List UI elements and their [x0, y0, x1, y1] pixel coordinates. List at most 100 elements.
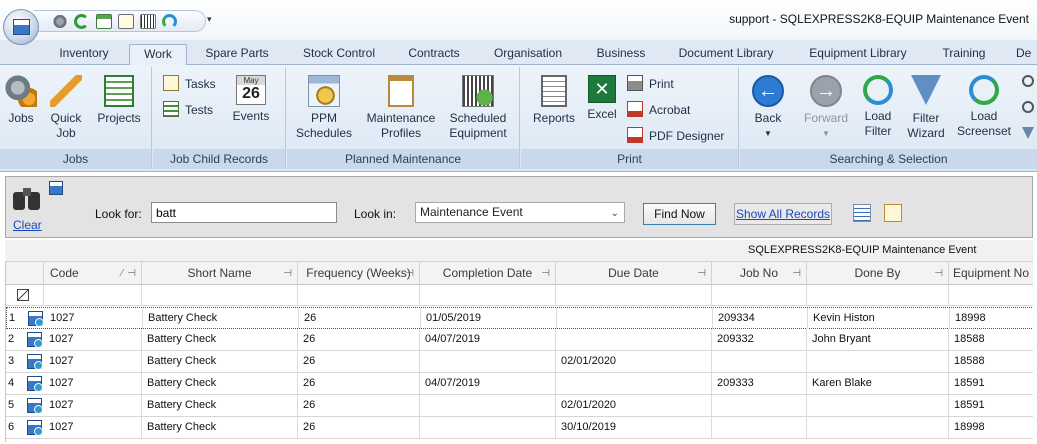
- cell-due-date[interactable]: [556, 373, 712, 394]
- cell-frequency[interactable]: 26: [298, 373, 420, 394]
- scheduled-equipment-button[interactable]: Scheduled Equipment: [445, 75, 511, 141]
- qat-customize-dropdown[interactable]: ▾: [207, 14, 212, 25]
- filter-cell-job-no[interactable]: [712, 285, 807, 306]
- record-icon[interactable]: [27, 354, 43, 370]
- column-header-equipment-no[interactable]: Equipment No: [949, 262, 1033, 285]
- cell-completion-date[interactable]: 01/05/2019: [421, 308, 557, 329]
- table-row[interactable]: 3 1027 Battery Check 26 02/01/2020 18588: [6, 351, 1033, 373]
- ppm-schedules-button[interactable]: PPM Schedules: [291, 75, 357, 141]
- filter-cell-completion-date[interactable]: [420, 285, 556, 306]
- qat-sync-icon[interactable]: [162, 14, 177, 29]
- cell-frequency[interactable]: 26: [298, 329, 420, 350]
- tab-overflow[interactable]: De: [1016, 44, 1037, 64]
- record-icon[interactable]: [27, 398, 43, 414]
- application-menu-button[interactable]: [3, 9, 39, 45]
- reports-button[interactable]: Reports: [529, 75, 579, 126]
- qat-refresh-icon[interactable]: [74, 14, 89, 29]
- pin-icon[interactable]: ⊣: [934, 262, 943, 285]
- cell-completion-date[interactable]: [420, 417, 556, 438]
- filter-wizard-button[interactable]: Filter Wizard: [904, 75, 948, 141]
- cell-equipment-no[interactable]: 18588: [949, 329, 1033, 350]
- record-icon[interactable]: [27, 332, 43, 348]
- excel-button[interactable]: ✕ Excel: [583, 75, 621, 122]
- tab-spare-parts[interactable]: Spare Parts: [201, 44, 273, 64]
- tab-organisation[interactable]: Organisation: [487, 44, 569, 64]
- cell-code[interactable]: 1027: [44, 329, 142, 350]
- acrobat-button[interactable]: Acrobat: [627, 101, 690, 119]
- maintenance-profiles-button[interactable]: Maintenance Profiles: [363, 75, 439, 141]
- tab-training[interactable]: Training: [934, 44, 994, 64]
- find-small-icon[interactable]: [1022, 75, 1034, 87]
- load-filter-button[interactable]: Load Filter: [858, 75, 898, 139]
- events-button[interactable]: May 26 Events: [231, 75, 271, 124]
- pin-icon[interactable]: ⊣: [283, 262, 292, 285]
- cell-frequency[interactable]: 26: [298, 395, 420, 416]
- filter-cell-done-by[interactable]: [807, 285, 949, 306]
- column-header-due-date[interactable]: Due Date ⊣: [556, 262, 712, 285]
- cell-code[interactable]: 1027: [44, 351, 142, 372]
- cell-short-name[interactable]: Battery Check: [142, 417, 298, 438]
- column-header-short-name[interactable]: Short Name ⊣: [142, 262, 298, 285]
- cell-completion-date[interactable]: 04/07/2019: [420, 329, 556, 350]
- column-header-code[interactable]: Code ∕ ⊣: [44, 262, 142, 285]
- cell-equipment-no[interactable]: 18588: [949, 351, 1033, 372]
- cell-done-by[interactable]: Kevin Histon: [808, 308, 950, 329]
- column-header-frequency[interactable]: Frequency (Weeks) ⊣: [298, 262, 420, 285]
- cell-frequency[interactable]: 26: [299, 308, 421, 329]
- tests-button[interactable]: Tests: [163, 101, 213, 119]
- pin-icon[interactable]: ⊣: [792, 262, 801, 285]
- cell-code[interactable]: 1027: [44, 373, 142, 394]
- pin-icon[interactable]: ⊣: [697, 262, 706, 285]
- cell-code[interactable]: 1027: [44, 395, 142, 416]
- filter-cell-frequency[interactable]: [298, 285, 420, 306]
- cell-job-no[interactable]: [712, 417, 807, 438]
- record-icon[interactable]: [27, 376, 43, 392]
- pin-icon[interactable]: ⊣: [405, 262, 414, 285]
- record-icon[interactable]: [28, 311, 44, 327]
- table-row[interactable]: 5 1027 Battery Check 26 02/01/2020 18591: [6, 395, 1033, 417]
- checklist-icon[interactable]: [884, 204, 902, 222]
- tab-stock-control[interactable]: Stock Control: [296, 44, 382, 64]
- jobs-button[interactable]: Jobs: [4, 75, 38, 126]
- qat-barcode-icon[interactable]: [140, 14, 156, 29]
- cell-completion-date[interactable]: 04/07/2019: [420, 373, 556, 394]
- cell-frequency[interactable]: 26: [298, 417, 420, 438]
- cell-done-by[interactable]: [807, 351, 949, 372]
- cell-job-no[interactable]: 209334: [713, 308, 808, 329]
- cell-job-no[interactable]: [712, 351, 807, 372]
- tab-business[interactable]: Business: [589, 44, 653, 64]
- cell-job-no[interactable]: 209332: [712, 329, 807, 350]
- column-header-completion-date[interactable]: Completion Date ⊣: [420, 262, 556, 285]
- filter-clear-cell[interactable]: [6, 285, 44, 306]
- qat-table-icon[interactable]: [96, 14, 112, 29]
- cell-done-by[interactable]: [807, 417, 949, 438]
- cell-job-no[interactable]: 209333: [712, 373, 807, 394]
- filter-cell-equipment-no[interactable]: [949, 285, 1033, 306]
- print-button[interactable]: Print: [627, 75, 674, 93]
- pin-icon[interactable]: ⊣: [127, 262, 136, 285]
- look-for-input[interactable]: [151, 202, 337, 223]
- filter-cell-code[interactable]: [44, 285, 142, 306]
- clear-link[interactable]: Clear: [13, 218, 42, 232]
- cell-equipment-no[interactable]: 18591: [949, 395, 1033, 416]
- cell-code[interactable]: 1027: [45, 308, 143, 329]
- cell-due-date[interactable]: 02/01/2020: [556, 351, 712, 372]
- filter-cell-short-name[interactable]: [142, 285, 298, 306]
- table-row[interactable]: 4 1027 Battery Check 26 04/07/2019 20933…: [6, 373, 1033, 395]
- pdf-designer-button[interactable]: PDF Designer: [627, 127, 724, 145]
- cell-completion-date[interactable]: [420, 395, 556, 416]
- quick-job-button[interactable]: Quick Job: [46, 75, 86, 141]
- tasks-button[interactable]: Tasks: [163, 75, 216, 93]
- clear-filter-small-icon[interactable]: [1022, 127, 1034, 139]
- show-all-records-button[interactable]: Show All Records: [734, 203, 832, 225]
- tab-document-library[interactable]: Document Library: [672, 44, 780, 64]
- cell-done-by[interactable]: [807, 395, 949, 416]
- tab-work[interactable]: Work: [129, 44, 187, 65]
- column-header-done-by[interactable]: Done By ⊣: [807, 262, 949, 285]
- cell-equipment-no[interactable]: 18998: [949, 417, 1033, 438]
- cell-equipment-no[interactable]: 18998: [950, 308, 1033, 329]
- table-row[interactable]: 1 1027 Battery Check 26 01/05/2019 20933…: [6, 307, 1033, 329]
- back-dropdown-icon[interactable]: ▼: [748, 126, 788, 141]
- filter-clear-icon[interactable]: [17, 289, 29, 301]
- record-icon[interactable]: [27, 420, 43, 436]
